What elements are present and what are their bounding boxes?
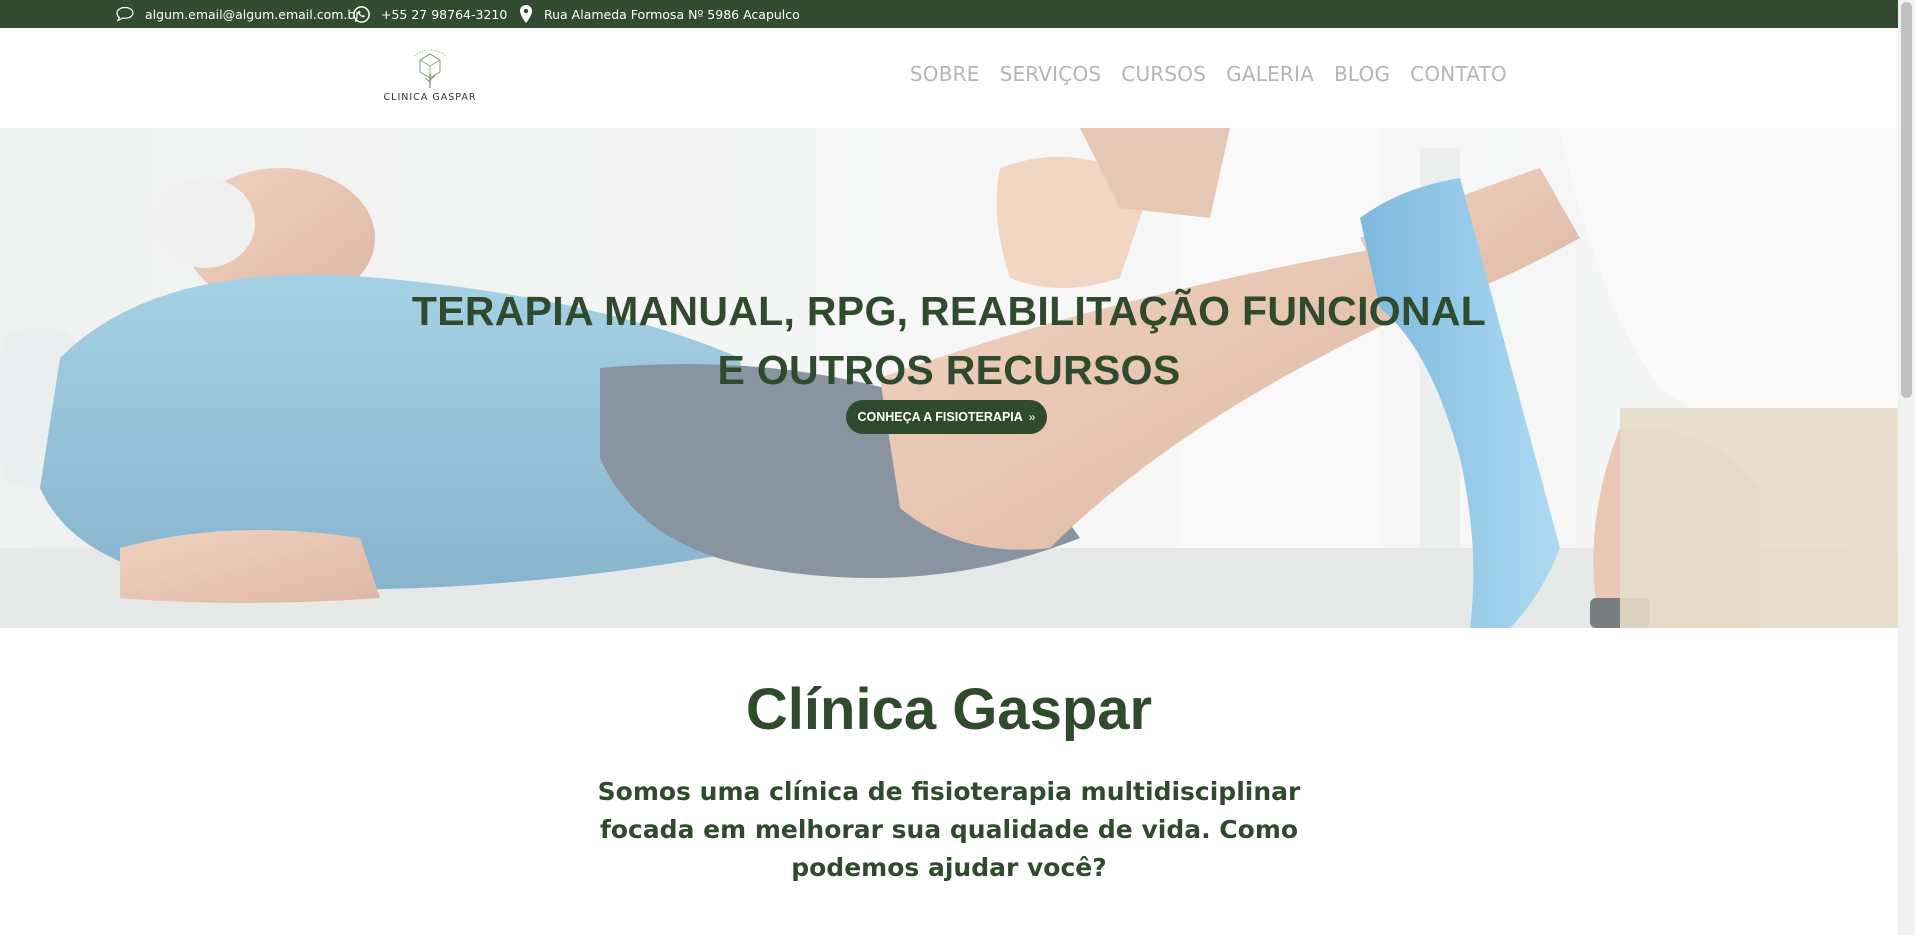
about-title: Clínica Gaspar bbox=[745, 677, 1153, 742]
email-text: algum.email@algum.email.com.br bbox=[145, 6, 361, 22]
tree-logo-icon bbox=[413, 49, 447, 88]
double-chevron-right-icon: » bbox=[1028, 410, 1036, 424]
cta-conheca-fisioterapia-button[interactable]: CONHEÇA A FISIOTERAPIA » bbox=[846, 400, 1047, 434]
hero-title-line-2: E OUTROS RECURSOS bbox=[717, 347, 1181, 393]
nav-item-galeria[interactable]: GALERIA bbox=[1226, 62, 1314, 86]
contact-email[interactable]: algum.email@algum.email.com.br bbox=[115, 0, 360, 28]
nav-item-blog[interactable]: BLOG bbox=[1334, 62, 1390, 86]
cta-label: CONHEÇA A FISIOTERAPIA bbox=[857, 410, 1023, 424]
whatsapp-icon bbox=[352, 5, 371, 24]
nav-item-sobre[interactable]: SOBRE bbox=[910, 62, 980, 86]
hero-banner: TERAPIA MANUAL, RPG, REABILITAÇÃO FUNCIO… bbox=[0, 128, 1898, 628]
site-logo[interactable]: CLINICA GASPAR bbox=[380, 44, 480, 116]
hero-title-line-1: TERAPIA MANUAL, RPG, REABILITAÇÃO FUNCIO… bbox=[411, 288, 1487, 334]
page-scrollbar[interactable] bbox=[1898, 0, 1915, 935]
speech-bubble-icon bbox=[115, 6, 135, 22]
site-header: CLINICA GASPAR SOBRE SERVIÇOS CURSOS GAL… bbox=[0, 28, 1898, 128]
about-description: Somos uma clínica de fisioterapia multid… bbox=[597, 777, 1301, 882]
address-text: Rua Alameda Formosa Nº 5986 Acapulco bbox=[544, 6, 800, 22]
nav-item-servicos[interactable]: SERVIÇOS bbox=[1000, 62, 1102, 86]
scrollbar-thumb[interactable] bbox=[1901, 2, 1912, 398]
nav-item-cursos[interactable]: CURSOS bbox=[1121, 62, 1206, 86]
main-nav: SOBRE SERVIÇOS CURSOS GALERIA BLOG CONTA… bbox=[910, 62, 1507, 86]
nav-item-contato[interactable]: CONTATO bbox=[1410, 62, 1507, 86]
map-pin-icon bbox=[518, 4, 534, 24]
brand-name: CLINICA GASPAR bbox=[383, 92, 477, 103]
phone-text: +55 27 98764-3210 bbox=[381, 6, 508, 22]
top-contact-bar: algum.email@algum.email.com.br +55 27 98… bbox=[0, 0, 1898, 28]
contact-phone[interactable]: +55 27 98764-3210 bbox=[352, 0, 507, 28]
hero-title: TERAPIA MANUAL, RPG, REABILITAÇÃO FUNCIO… bbox=[0, 282, 1898, 400]
contact-address[interactable]: Rua Alameda Formosa Nº 5986 Acapulco bbox=[518, 0, 800, 28]
